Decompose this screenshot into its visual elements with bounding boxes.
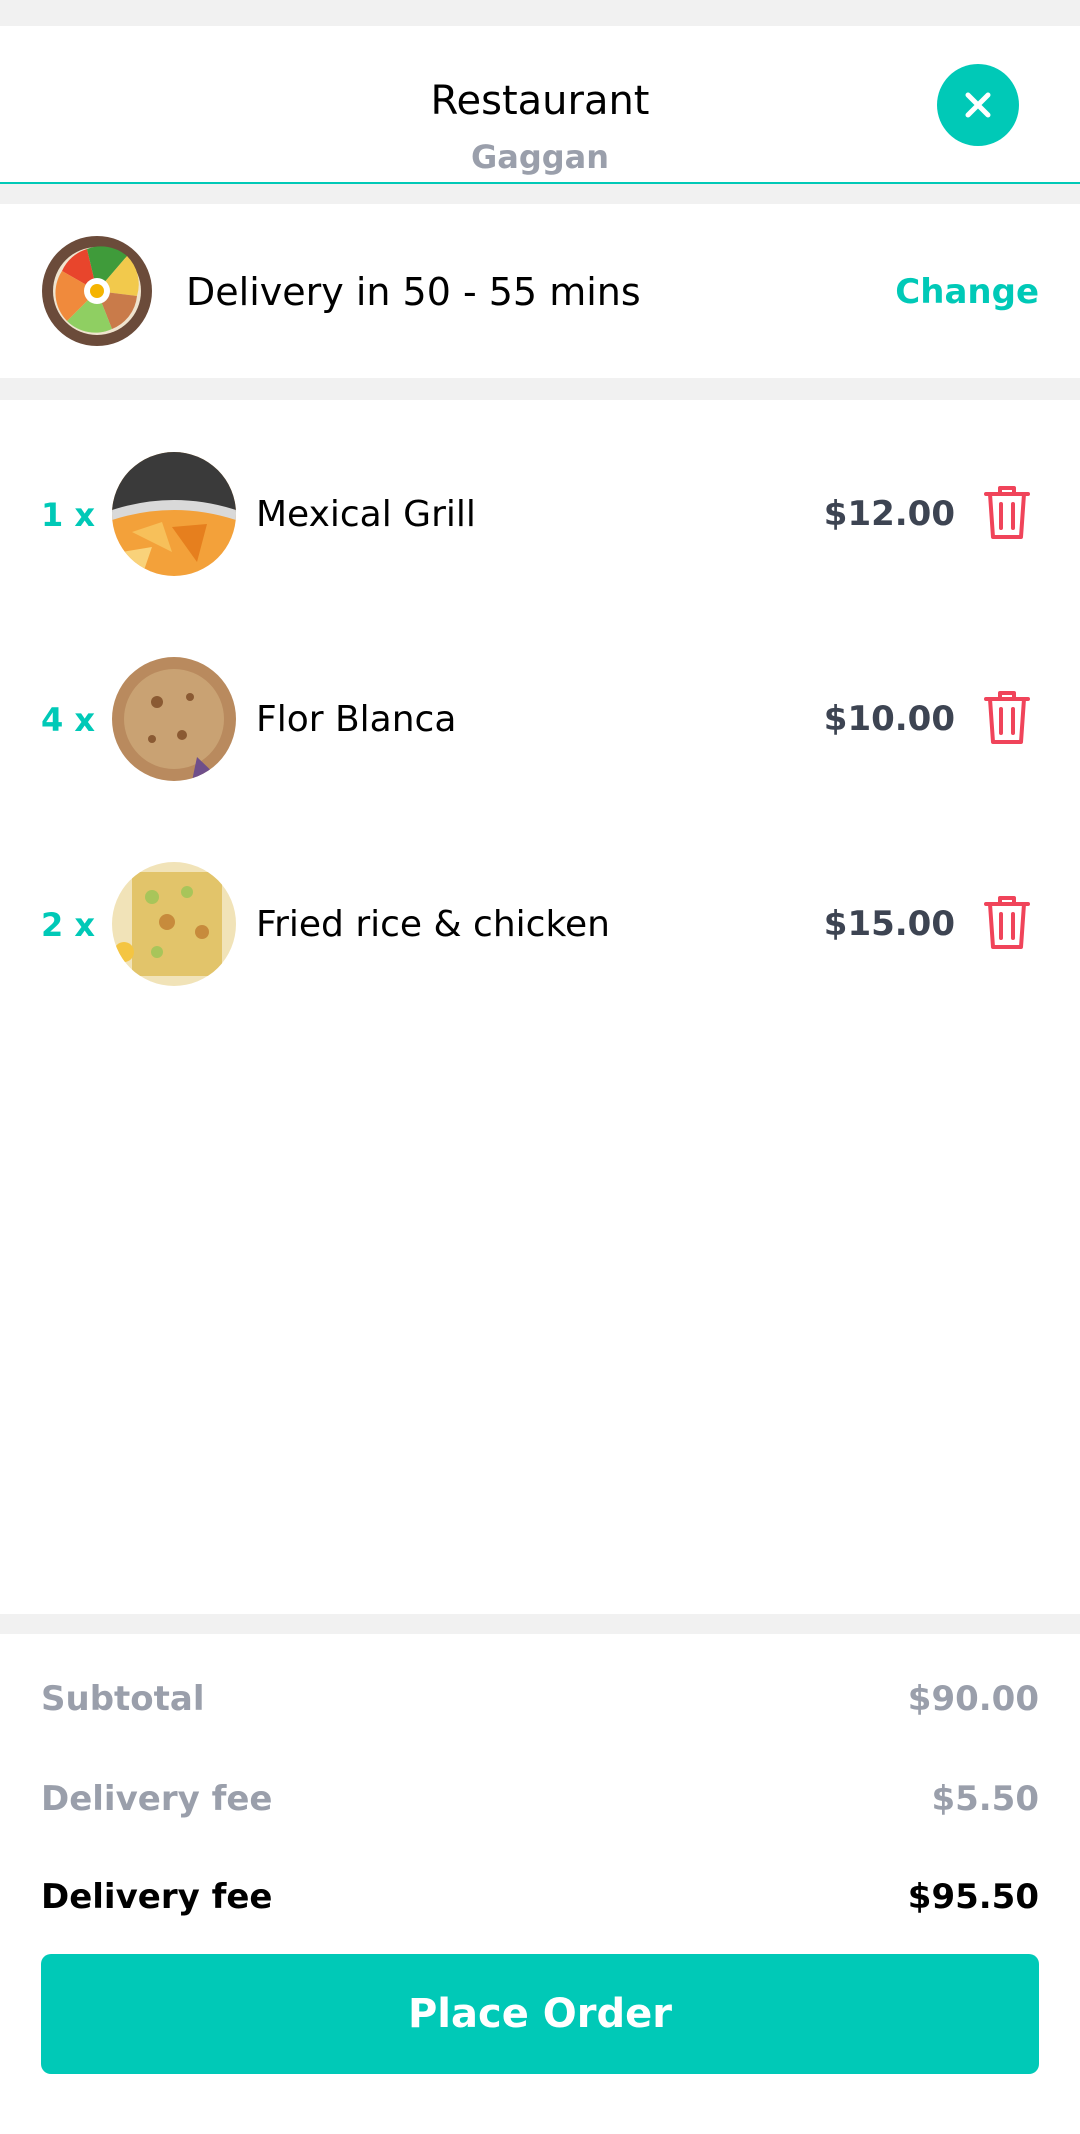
item-price: $12.00: [823, 494, 955, 534]
restaurant-dish-image: [42, 236, 152, 346]
subtotal-label: Subtotal: [41, 1679, 205, 1719]
trash-icon[interactable]: [982, 482, 1032, 542]
place-order-button[interactable]: Place Order: [41, 1954, 1039, 2074]
total-value: $95.50: [907, 1877, 1039, 1917]
cart-items-list: 1 x Mexical Grill $12.00 4 x Flor Blanca…: [0, 400, 1080, 1614]
page-header: Restaurant Gaggan: [0, 26, 1080, 184]
subtotal-row: Subtotal $90.00: [41, 1674, 1039, 1724]
delivery-fee-label: Delivery fee: [41, 1779, 273, 1819]
delivery-fee-row: Delivery fee $5.50: [41, 1774, 1039, 1824]
cart-item: 4 x Flor Blanca $10.00: [0, 657, 1080, 781]
status-spacer: [0, 0, 1080, 26]
restaurant-name: Gaggan: [470, 138, 610, 176]
item-name: Mexical Grill: [256, 494, 476, 535]
cart-item: 1 x Mexical Grill $12.00: [0, 452, 1080, 576]
item-image: [112, 452, 236, 576]
close-button[interactable]: [937, 64, 1019, 146]
item-name: Flor Blanca: [256, 699, 457, 740]
cart-item: 2 x Fried rice & chicken $15.00: [0, 862, 1080, 986]
item-quantity: 4 x: [41, 701, 96, 739]
subtotal-value: $90.00: [907, 1679, 1039, 1719]
item-price: $15.00: [823, 904, 955, 944]
close-icon: [965, 92, 991, 118]
delivery-fee-value: $5.50: [931, 1779, 1039, 1819]
total-label: Delivery fee: [41, 1877, 273, 1917]
item-quantity: 1 x: [41, 496, 96, 534]
item-name: Fried rice & chicken: [256, 904, 610, 945]
change-delivery-link[interactable]: Change: [895, 272, 1039, 312]
delivery-info: Delivery in 50 - 55 mins Change: [0, 204, 1080, 378]
order-summary: Subtotal $90.00 Delivery fee $5.50 Deliv…: [0, 1634, 1080, 2134]
item-price: $10.00: [823, 699, 955, 739]
item-image: [112, 862, 236, 986]
item-image: [112, 657, 236, 781]
total-row: Delivery fee $95.50: [41, 1872, 1039, 1922]
trash-icon[interactable]: [982, 687, 1032, 747]
page-title: Restaurant: [430, 78, 650, 124]
delivery-time: Delivery in 50 - 55 mins: [186, 270, 641, 314]
item-quantity: 2 x: [41, 906, 96, 944]
trash-icon[interactable]: [982, 892, 1032, 952]
